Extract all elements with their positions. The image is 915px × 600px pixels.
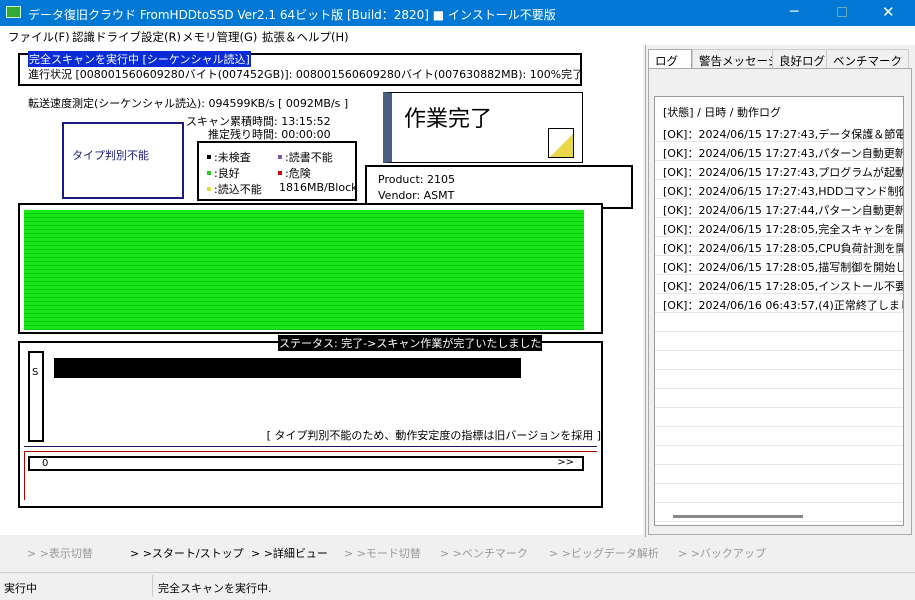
log-row-empty: [655, 427, 903, 446]
tab-log[interactable]: ログ: [648, 49, 692, 69]
start-stop-button[interactable]: > >スタート/ストップ: [130, 545, 244, 561]
log-row[interactable]: [OK]：2024/06/15 17:28:05,完全スキャンを開始.: [655, 218, 903, 237]
scan-mode-label: 完全スキャンを実行中 [シーケンシャル読込]: [28, 51, 251, 67]
log-list[interactable]: [状態] / 日時 / 動作ログ [OK]：2024/06/15 17:27:4…: [654, 96, 904, 526]
drive-type-label: タイプ判別不能: [72, 149, 149, 162]
log-row-empty: [655, 484, 903, 503]
s-label: S: [32, 367, 39, 378]
log-row-empty: [655, 446, 903, 465]
log-row-empty: [655, 370, 903, 389]
log-panel: ログ 警告メッセージ 良好ログ ベンチマーク [状態] / 日時 / 動作ログ …: [645, 45, 913, 537]
divider: [24, 451, 597, 452]
legend-read-error: :読込不能: [214, 183, 262, 196]
sector-map: [24, 210, 584, 330]
toggle-view-button[interactable]: > >表示切替: [27, 545, 93, 561]
log-row[interactable]: [OK]：2024/06/15 17:27:43,プログラムが起動いた: [655, 161, 903, 180]
done-panel: 作業完了: [383, 92, 583, 163]
minimize-button[interactable]: ─: [790, 4, 798, 20]
legend-danger-icon: [278, 171, 282, 175]
block-size: 1816MB/Block: [279, 181, 358, 194]
legend-box: :未検査 :読書不能 :良好 :危険 :読込不能 1816MB/Block: [197, 141, 358, 201]
legend-unchecked-icon: [207, 155, 211, 159]
menu-memory[interactable]: メモリ管理(G): [182, 29, 257, 45]
legend-read-error-icon: [207, 187, 211, 191]
log-row[interactable]: [OK]：2024/06/15 17:27:43,パターン自動更新スレ: [655, 142, 903, 161]
maximize-button[interactable]: [837, 7, 847, 17]
log-row[interactable]: [OK]：2024/06/15 17:27:44,パターン自動更新処: [655, 199, 903, 218]
log-row[interactable]: [OK]：2024/06/15 17:27:43,データ保護＆節電機: [655, 123, 903, 142]
divider: [24, 446, 597, 447]
done-icon: [548, 128, 574, 158]
app-icon: [6, 6, 21, 18]
log-row-empty: [655, 465, 903, 484]
stability-note: [ タイプ判別不能のため、動作安定度の指標は旧バージョンを採用 ]: [266, 429, 601, 442]
status-text: ステータス: 完了->スキャン作業が完了いたしました: [278, 335, 543, 351]
device-product: Product: 2105: [378, 173, 455, 186]
menu-help[interactable]: 拡張＆ヘルプ(H): [262, 29, 349, 45]
legend-rw-error-icon: [278, 155, 282, 159]
status-left: 実行中: [4, 582, 37, 595]
progress-text: 進行状況 [008001560609280バイト(007452GB)]: 008…: [28, 68, 584, 81]
log-row-empty: [655, 351, 903, 370]
benchmark-button[interactable]: > >ベンチマーク: [440, 545, 528, 561]
log-row[interactable]: [OK]：2024/06/15 17:28:05,描写制御を開始しま: [655, 256, 903, 275]
sector-map-box: [18, 203, 603, 334]
legend-good-icon: [207, 171, 211, 175]
legend-rw-error: :読書不能: [285, 151, 333, 164]
log-row-empty: [655, 503, 903, 522]
drive-type-box: タイプ判別不能: [62, 122, 184, 199]
log-row[interactable]: [OK]：2024/06/15 17:28:05,CPU負荷計測を開始: [655, 237, 903, 256]
close-button[interactable]: ✕: [882, 3, 895, 21]
menu-bar: ファイル(F) 認識ドライブ設定(R) メモリ管理(G) 拡張＆ヘルプ(H): [0, 26, 915, 45]
mode-switch-button[interactable]: > >モード切替: [344, 545, 421, 561]
divider: [24, 451, 25, 500]
status-right: 完全スキャンを実行中.: [158, 582, 272, 595]
done-label: 作業完了: [404, 107, 493, 132]
detail-view-button[interactable]: > >詳細ビュー: [251, 545, 328, 561]
tab-benchmark[interactable]: ベンチマーク: [826, 49, 909, 69]
position-next[interactable]: >>: [557, 457, 574, 468]
log-header: [状態] / 日時 / 動作ログ: [663, 106, 781, 119]
log-row-empty: [655, 313, 903, 332]
s-gauge: S: [28, 351, 44, 442]
log-row-empty: [655, 389, 903, 408]
legend-unchecked: :未検査: [214, 151, 251, 164]
log-row-empty: [655, 332, 903, 351]
legend-danger: :危険: [285, 167, 311, 180]
window-title: データ復旧クラウド FromHDDtoSSD Ver2.1 64ビット版 [Bu…: [28, 8, 556, 22]
status-bar: 実行中 完全スキャンを実行中.: [0, 572, 915, 600]
tab-good-log[interactable]: 良好ログ: [772, 49, 832, 69]
horizontal-scrollbar[interactable]: [673, 515, 803, 518]
speed-text: 転送速度測定(シーケンシャル読込): 094599KB/s [ 0092MB/s…: [28, 97, 349, 110]
title-bar: データ復旧クラウド FromHDDtoSSD Ver2.1 64ビット版 [Bu…: [0, 0, 915, 26]
remaining-time: 推定残り時間: 00:00:00: [208, 128, 331, 141]
backup-button[interactable]: > >バックアップ: [678, 545, 766, 561]
position-bar[interactable]: 0 >>: [28, 456, 584, 471]
menu-drive-settings[interactable]: 認識ドライブ設定(R): [72, 29, 181, 45]
menu-file[interactable]: ファイル(F): [8, 29, 70, 45]
log-row[interactable]: [OK]：2024/06/15 17:28:05,インストール不要版で: [655, 275, 903, 294]
big-data-button[interactable]: > >ビッグデータ解析: [549, 545, 659, 561]
log-row[interactable]: [OK]：2024/06/15 17:27:43,HDDコマンド制御を開: [655, 180, 903, 199]
status-divider: [152, 575, 153, 597]
position-start: 0: [42, 458, 49, 469]
log-row-empty: [655, 408, 903, 427]
status-bar-graph: [54, 358, 521, 378]
device-vendor: Vendor: ASMT: [378, 189, 455, 202]
log-row[interactable]: [OK]：2024/06/16 06:43:57,(4)正常終了しました.: [655, 294, 903, 313]
status-box: S [ タイプ判別不能のため、動作安定度の指標は旧バージョンを採用 ] 0 >>: [18, 341, 603, 508]
legend-good: :良好: [214, 167, 240, 180]
